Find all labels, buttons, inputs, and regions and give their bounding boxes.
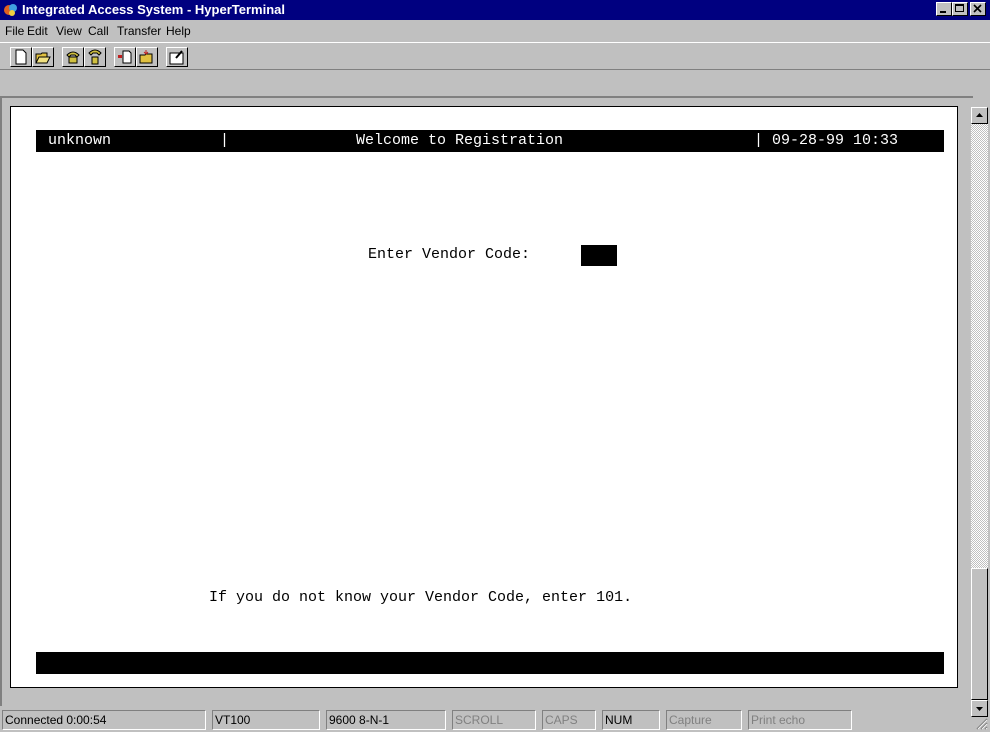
maximize-icon (955, 4, 964, 12)
receive-file-icon (139, 50, 153, 64)
header-separator: | (220, 132, 230, 149)
terminal-header-bar: unknown | Welcome to Registration | 09-2… (36, 130, 944, 152)
header-datetime: | 09-28-99 10:33 (754, 132, 899, 149)
minimize-icon (940, 11, 946, 13)
resize-grip-icon[interactable] (974, 716, 988, 730)
status-connected: Connected 0:00:54 (2, 710, 206, 730)
maximize-button[interactable] (952, 2, 968, 16)
menu-view[interactable]: View (56, 24, 82, 38)
properties-button[interactable] (166, 47, 188, 67)
arrow-up-icon (976, 113, 983, 117)
menu-transfer[interactable]: Transfer (117, 24, 161, 38)
menu-bar: File Edit View Call Transfer Help (0, 21, 990, 40)
menu-edit[interactable]: Edit (27, 24, 48, 38)
menu-file[interactable]: File (5, 24, 24, 38)
menu-view-label: View (56, 24, 82, 38)
caption-buttons (936, 2, 988, 18)
status-scroll: SCROLL (452, 710, 536, 730)
vendor-code-prompt: Enter Vendor Code: (368, 246, 531, 263)
new-document-icon (15, 49, 27, 65)
properties-icon (169, 50, 184, 65)
open-button[interactable] (32, 47, 54, 67)
status-settings: 9600 8-N-1 (326, 710, 446, 730)
hyperterminal-app-icon[interactable] (3, 2, 19, 18)
header-title: Welcome to Registration (356, 132, 564, 149)
terminal-bottom-bar (36, 652, 944, 674)
receive-button[interactable] (136, 47, 158, 67)
menu-file-label: File (5, 24, 25, 38)
status-capture: Capture (666, 710, 742, 730)
title-bar[interactable]: Integrated Access System - HyperTerminal (0, 0, 990, 20)
menu-help-label: Help (166, 24, 191, 38)
status-emulation: VT100 (212, 710, 320, 730)
connect-button[interactable] (62, 47, 84, 67)
toolbar (0, 42, 990, 70)
vendor-code-input[interactable] (581, 245, 617, 266)
menu-transfer-label: Transfer (117, 24, 162, 38)
hyperterminal-window: Integrated Access System - HyperTerminal… (0, 0, 990, 732)
scrollbar-thumb[interactable] (971, 568, 988, 700)
open-folder-icon (35, 52, 51, 64)
send-file-icon (118, 50, 132, 64)
status-caps: CAPS (542, 710, 596, 730)
phone-connect-icon (66, 51, 80, 64)
scroll-up-button[interactable] (971, 107, 988, 124)
phone-disconnect-icon (88, 49, 102, 65)
minimize-button[interactable] (936, 2, 952, 16)
close-icon (973, 4, 982, 13)
scrollbar-track[interactable] (971, 124, 988, 568)
menu-call[interactable]: Call (88, 24, 109, 38)
status-num: NUM (602, 710, 660, 730)
vendor-code-hint: If you do not know your Vendor Code, ent… (209, 589, 633, 606)
new-connection-button[interactable] (10, 47, 32, 67)
close-button[interactable] (970, 2, 986, 16)
send-button[interactable] (114, 47, 136, 67)
status-bar: Connected 0:00:54 VT100 9600 8-N-1 SCROL… (0, 708, 990, 732)
window-title: Integrated Access System - HyperTerminal (22, 2, 285, 17)
disconnect-button[interactable] (84, 47, 106, 67)
status-print-echo: Print echo (748, 710, 852, 730)
menu-help[interactable]: Help (166, 24, 191, 38)
header-user: unknown (48, 132, 112, 149)
menu-edit-label: Edit (27, 24, 48, 38)
menu-call-label: Call (88, 24, 109, 38)
